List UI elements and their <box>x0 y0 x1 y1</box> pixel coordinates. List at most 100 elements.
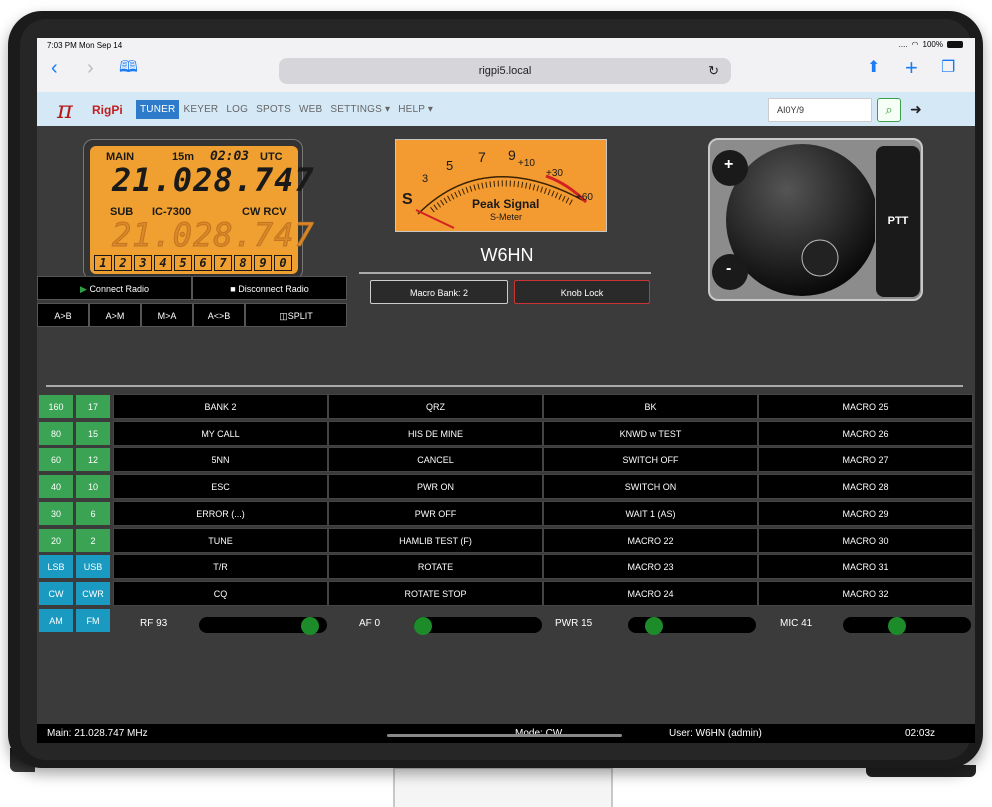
forward-icon[interactable]: › <box>87 58 94 78</box>
logout-icon[interactable]: ➜ <box>910 101 922 118</box>
share-icon[interactable]: ⬆ <box>867 58 880 78</box>
band-button[interactable]: 12 <box>75 447 111 473</box>
macro-button[interactable]: SWITCH ON <box>543 474 758 500</box>
new-tab-icon[interactable]: + <box>905 57 918 79</box>
macro-button[interactable]: TUNE <box>113 527 328 553</box>
macro-button[interactable]: 5NN <box>113 447 328 473</box>
search-button[interactable]: ⌕ <box>877 98 901 122</box>
nav-settings[interactable]: SETTINGS ▾ <box>326 100 394 119</box>
macro-button[interactable]: MACRO 22 <box>543 527 758 553</box>
callsign-lookup-input[interactable]: AI0Y/9 <box>768 98 872 122</box>
macro-button[interactable]: MACRO 31 <box>758 554 973 580</box>
lcd-key[interactable]: 6 <box>194 255 212 271</box>
nav-spots[interactable]: SPOTS <box>252 100 295 119</box>
macro-button[interactable]: ROTATE <box>328 554 543 580</box>
lcd-key[interactable]: 7 <box>214 255 232 271</box>
macro-button[interactable]: PWR ON <box>328 474 543 500</box>
macro-button[interactable]: MACRO 28 <box>758 474 973 500</box>
macro-bank-button[interactable]: Macro Bank: 2 <box>370 280 508 304</box>
macro-button[interactable]: ERROR (...) <box>113 500 328 526</box>
mode-button[interactable]: LSB <box>38 554 74 580</box>
lcd-key[interactable]: 5 <box>174 255 192 271</box>
macro-button[interactable]: HAMLIB TEST (F) <box>328 527 543 553</box>
a-to-b-button[interactable]: A>B <box>37 303 89 327</box>
mode-button[interactable]: CWR <box>75 580 111 606</box>
tabs-icon[interactable]: ❐ <box>941 58 955 78</box>
band-button[interactable]: 30 <box>38 500 74 526</box>
band-button[interactable]: 17 <box>75 394 111 419</box>
slider-thumb[interactable] <box>414 617 432 635</box>
macro-button[interactable]: MACRO 30 <box>758 527 973 553</box>
macro-button[interactable]: MACRO 29 <box>758 500 973 526</box>
mode-button[interactable]: AM <box>38 607 74 633</box>
macro-button[interactable]: CANCEL <box>328 447 543 473</box>
disconnect-radio-button[interactable]: ■ Disconnect Radio <box>192 276 347 300</box>
bookmarks-icon[interactable]: 🕮 <box>119 58 138 78</box>
macro-button[interactable]: QRZ <box>328 394 543 419</box>
macro-button[interactable]: MACRO 25 <box>758 394 973 419</box>
slider-thumb[interactable] <box>888 617 907 635</box>
nav-log[interactable]: LOG <box>222 100 252 119</box>
macro-button[interactable]: KNWD w TEST <box>543 420 758 446</box>
reload-icon[interactable]: ↻ <box>708 58 719 84</box>
nav-help[interactable]: HELP ▾ <box>394 100 437 119</box>
lcd-key[interactable]: 4 <box>154 255 172 271</box>
lcd-key[interactable]: 0 <box>274 255 292 271</box>
band-button[interactable]: 160 <box>38 394 74 419</box>
macro-button[interactable]: CQ <box>113 580 328 606</box>
split-button[interactable]: ◫SPLIT <box>245 303 347 327</box>
tuning-knob[interactable] <box>710 140 875 300</box>
macro-button[interactable]: MACRO 26 <box>758 420 973 446</box>
mode-button[interactable]: FM <box>75 607 111 633</box>
connect-radio-button[interactable]: ▶ Connect Radio <box>37 276 192 300</box>
slider-track[interactable] <box>414 617 542 633</box>
mode-button[interactable]: CW <box>38 580 74 606</box>
macro-button[interactable]: MACRO 24 <box>543 580 758 606</box>
a-to-m-button[interactable]: A>M <box>89 303 141 327</box>
back-icon[interactable]: ‹ <box>51 58 58 78</box>
lcd-key[interactable]: 2 <box>114 255 132 271</box>
slider-thumb[interactable] <box>644 617 663 635</box>
macro-button[interactable]: BK <box>543 394 758 419</box>
knob-lock-button[interactable]: Knob Lock <box>514 280 650 304</box>
knob-plus-button[interactable]: + <box>724 156 733 174</box>
macro-button[interactable]: T/R <box>113 554 328 580</box>
nav-tuner[interactable]: TUNER <box>136 100 180 119</box>
nav-web[interactable]: WEB <box>295 100 326 119</box>
slider-track[interactable] <box>843 617 971 633</box>
more-icon: .... <box>898 40 908 49</box>
home-indicator[interactable] <box>387 734 622 737</box>
m-to-a-button[interactable]: M>A <box>141 303 193 327</box>
lcd-key[interactable]: 9 <box>254 255 272 271</box>
band-button[interactable]: 10 <box>75 474 111 500</box>
stop-icon: ■ <box>230 284 236 294</box>
url-bar[interactable]: rigpi5.local ↻ <box>279 58 731 84</box>
lcd-key[interactable]: 1 <box>94 255 112 271</box>
macro-button[interactable]: WAIT 1 (AS) <box>543 500 758 526</box>
mode-button[interactable]: USB <box>75 554 111 580</box>
macro-button[interactable]: PWR OFF <box>328 500 543 526</box>
macro-button[interactable]: BANK 2 <box>113 394 328 419</box>
macro-button[interactable]: ESC <box>113 474 328 500</box>
macro-button[interactable]: MACRO 32 <box>758 580 973 606</box>
tuning-knob-panel: + - PTT <box>708 138 923 301</box>
nav-keyer[interactable]: KEYER <box>179 100 222 119</box>
band-button[interactable]: 15 <box>75 420 111 446</box>
band-button[interactable]: 6 <box>75 500 111 526</box>
a-swap-b-button[interactable]: A<>B <box>193 303 245 327</box>
macro-button[interactable]: MACRO 27 <box>758 447 973 473</box>
macro-button[interactable]: MACRO 23 <box>543 554 758 580</box>
knob-minus-button[interactable]: - <box>726 260 731 278</box>
band-button[interactable]: 2 <box>75 527 111 553</box>
ptt-button[interactable]: PTT <box>876 146 920 297</box>
band-button[interactable]: 60 <box>38 447 74 473</box>
macro-button[interactable]: MY CALL <box>113 420 328 446</box>
macro-button[interactable]: ROTATE STOP <box>328 580 543 606</box>
band-button[interactable]: 80 <box>38 420 74 446</box>
lcd-key[interactable]: 3 <box>134 255 152 271</box>
macro-button[interactable]: HIS DE MINE <box>328 420 543 446</box>
macro-button[interactable]: SWITCH OFF <box>543 447 758 473</box>
lcd-key[interactable]: 8 <box>234 255 252 271</box>
band-button[interactable]: 40 <box>38 474 74 500</box>
band-button[interactable]: 20 <box>38 527 74 553</box>
